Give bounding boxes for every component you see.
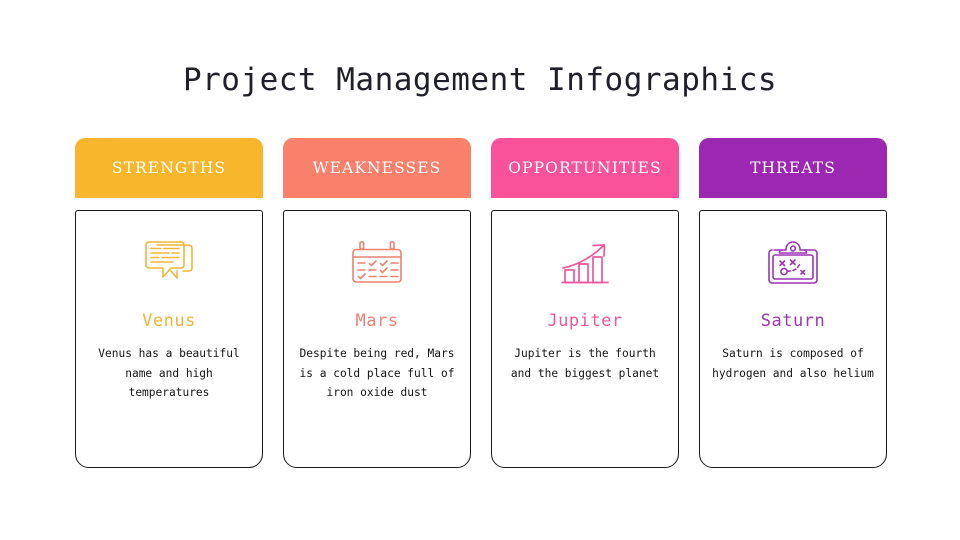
column-header-strengths[interactable]: STRENGTHS xyxy=(75,138,263,198)
swot-column-strengths[interactable]: STRENGTHS Venus Venus has a beautiful na… xyxy=(75,138,263,468)
slide-canvas: Project Management Infographics STRENGTH… xyxy=(0,0,960,540)
swot-column-weaknesses[interactable]: WEAKNESSES Mars Despite being red, Mars … xyxy=(283,138,471,468)
swot-column-opportunities[interactable]: OPPORTUNITIES Jupiter Jupiter is the fou… xyxy=(491,138,679,468)
card-title-saturn: Saturn xyxy=(760,311,826,331)
card-title-mars: Mars xyxy=(355,311,399,331)
card-text-venus: Venus has a beautiful name and high temp… xyxy=(98,347,240,399)
column-header-opportunities[interactable]: OPPORTUNITIES xyxy=(491,138,679,198)
column-header-threats[interactable]: THREATS xyxy=(699,138,887,198)
page-title: Project Management Infographics xyxy=(182,62,778,98)
card-title-jupiter: Jupiter xyxy=(547,311,623,331)
card-text-saturn: Saturn is composed of hydrogen and also … xyxy=(712,347,874,380)
chat-bubbles-icon xyxy=(143,237,195,291)
swot-columns: STRENGTHS Venus Venus has a beautiful na… xyxy=(75,138,887,468)
card-text-jupiter: Jupiter is the fourth and the biggest pl… xyxy=(510,347,660,380)
column-card-weaknesses: Mars Despite being red, Mars is a cold p… xyxy=(283,210,471,468)
growth-bar-chart-icon xyxy=(559,237,611,291)
card-title-venus: Venus xyxy=(142,311,196,331)
calendar-checklist-icon xyxy=(352,237,402,291)
column-card-opportunities: Jupiter Jupiter is the fourth and the bi… xyxy=(491,210,679,468)
column-card-threats: Saturn Saturn is composed of hydrogen an… xyxy=(699,210,887,468)
swot-column-threats[interactable]: THREATS Saturn Saturn is composed of hyd… xyxy=(699,138,887,468)
card-text-mars: Despite being red, Mars is a cold place … xyxy=(299,347,455,399)
column-header-weaknesses[interactable]: WEAKNESSES xyxy=(283,138,471,198)
strategy-board-icon xyxy=(768,237,818,291)
column-card-strengths: Venus Venus has a beautiful name and hig… xyxy=(75,210,263,468)
